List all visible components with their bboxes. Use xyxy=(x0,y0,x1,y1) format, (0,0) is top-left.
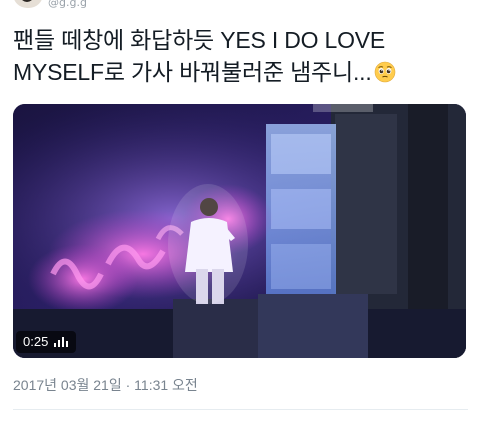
timestamp-time: 11:31 오전 xyxy=(134,377,198,393)
tweet-text-line-2-content: MYSELF로 가사 바꿔불러준 냄주니... xyxy=(13,59,372,85)
tweet-timestamp[interactable]: 2017년 03월 21일 · 11:31 오전 xyxy=(13,375,198,395)
video-duration-badge: 0:25 xyxy=(16,331,77,353)
video-duration: 0:25 xyxy=(23,334,49,349)
user-handle-partial[interactable]: @g.g.g xyxy=(48,0,87,8)
tweet-text-line-1: 팬들 떼창에 화답하듯 YES I DO LOVE xyxy=(13,27,386,53)
video-frame xyxy=(13,104,466,358)
timestamp-separator: · xyxy=(121,377,135,393)
pleading-face-emoji-icon xyxy=(374,61,395,83)
timestamp-date: 2017년 03월 21일 xyxy=(13,377,122,393)
video-player[interactable] xyxy=(13,104,466,358)
divider xyxy=(13,409,468,410)
tweet-header-partial: @g.g.g xyxy=(0,0,480,10)
avatar[interactable] xyxy=(13,0,43,8)
volume-bars-icon[interactable] xyxy=(54,337,69,347)
tweet-text: 팬들 떼창에 화답하듯 YES I DO LOVE MYSELF로 가사 바꿔불… xyxy=(13,24,468,88)
tweet-text-line-2: MYSELF로 가사 바꿔불러준 냄주니... xyxy=(13,56,468,88)
